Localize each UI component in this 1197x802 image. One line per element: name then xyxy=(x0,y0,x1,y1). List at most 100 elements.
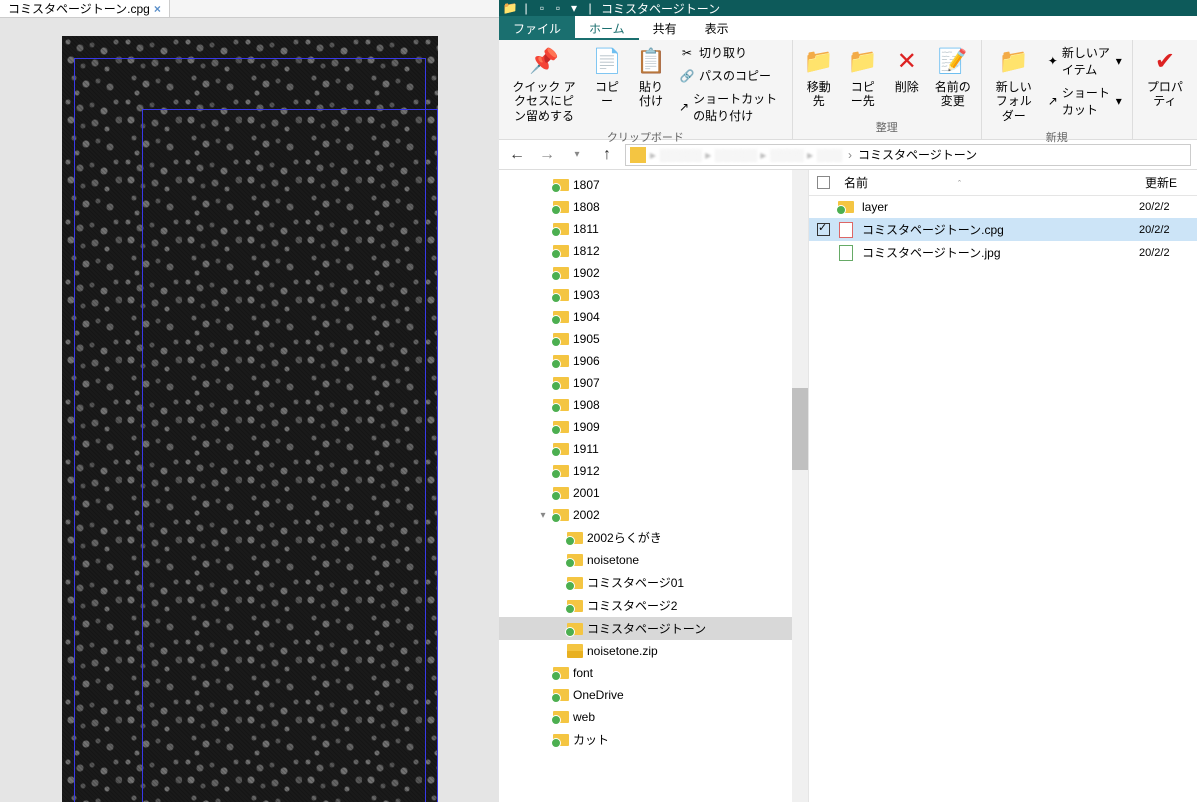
editor-pane: コミスタページトーン.cpg × xyxy=(0,0,499,802)
tree-item[interactable]: font xyxy=(499,662,808,684)
column-date-header[interactable]: 更新E xyxy=(1139,174,1189,191)
new-folder-icon: 📁 xyxy=(998,46,1030,78)
tree-item[interactable]: OneDrive xyxy=(499,684,808,706)
tree-item-label: 2001 xyxy=(573,486,600,500)
folder-icon xyxy=(553,331,569,347)
tree-item-label: 1912 xyxy=(573,464,600,478)
tree-item[interactable]: 1905 xyxy=(499,328,808,350)
tree-item[interactable]: 1908 xyxy=(499,394,808,416)
ribbon-group-new: 📁新しいフォルダー ✦新しいアイテム▾ ↗ショートカット▾ 新規 xyxy=(982,40,1133,139)
folder-icon: 📁 xyxy=(503,1,517,15)
file-row[interactable]: コミスタページトーン.jpg20/2/2 xyxy=(809,241,1197,264)
editor-tab[interactable]: コミスタページトーン.cpg × xyxy=(0,0,170,17)
folder-icon xyxy=(553,441,569,457)
tree-item-label: カット xyxy=(573,731,609,748)
tree-item-label: OneDrive xyxy=(573,688,624,702)
nav-recent-button[interactable]: ▾ xyxy=(565,143,589,167)
folder-tree[interactable]: 180718081811 1812 19021903 1904 190519061907… xyxy=(499,170,809,802)
tree-item[interactable]: 1912 xyxy=(499,460,808,482)
nav-back-button[interactable]: ← xyxy=(505,143,529,167)
tree-item[interactable]: noisetone xyxy=(499,549,808,571)
properties-button[interactable]: ✔プロパティ xyxy=(1139,42,1191,113)
quick-access-toolbar: 📁 | ▫ ▫ ▾ | xyxy=(503,1,597,15)
tree-item[interactable]: 1907 xyxy=(499,372,808,394)
tab-view[interactable]: 表示 xyxy=(691,16,743,40)
rename-icon: 📝 xyxy=(937,46,969,78)
nav-up-button[interactable]: ↑ xyxy=(595,143,619,167)
shortcut-button[interactable]: ↗ショートカット▾ xyxy=(1044,82,1126,120)
file-date: 20/2/2 xyxy=(1139,201,1189,213)
tree-item[interactable]: コミスタページトーン xyxy=(499,617,808,640)
breadcrumb[interactable]: ▸ ░░░░░ ▸ ░░░░░ ▸ ░░░░ ▸ ░░░ › コミスタページトー… xyxy=(625,144,1191,166)
tree-item[interactable]: コミスタページ2 xyxy=(499,594,808,617)
tree-scrollbar[interactable] xyxy=(792,170,808,802)
tree-item-label: 1911 xyxy=(573,442,599,456)
column-name-header[interactable]: 名前ˆ xyxy=(838,174,1131,191)
qat-icon[interactable]: ▫ xyxy=(535,1,549,15)
tree-item[interactable]: 1911 xyxy=(499,438,808,460)
tree-item-label: 1908 xyxy=(573,398,600,412)
paste-icon: 📋 xyxy=(635,46,667,78)
delete-button[interactable]: ✕削除 xyxy=(887,42,927,98)
tab-home[interactable]: ホーム xyxy=(575,16,639,40)
scrollbar-thumb[interactable] xyxy=(792,388,808,470)
tab-file[interactable]: ファイル xyxy=(499,16,575,40)
move-to-button[interactable]: 📁移動先 xyxy=(799,42,839,113)
paste-button[interactable]: 📋 貼り付け xyxy=(631,42,671,113)
tree-item[interactable]: 1808 xyxy=(499,196,808,218)
tree-item[interactable]: カット xyxy=(499,728,808,751)
cut-button[interactable]: ✂切り取り xyxy=(675,42,786,63)
ribbon: 📌 クイック アクセスにピン留めする 📄 コピー 📋 貼り付け ✂切り取り 🔗パ… xyxy=(499,40,1197,140)
tree-item[interactable]: 1906 xyxy=(499,350,808,372)
copy-path-button[interactable]: 🔗パスのコピー xyxy=(675,65,786,86)
new-item-button[interactable]: ✦新しいアイテム▾ xyxy=(1044,42,1126,80)
qat-dropdown-icon[interactable]: ▾ xyxy=(567,1,581,15)
tree-item[interactable]: 1903 xyxy=(499,284,808,306)
new-folder-button[interactable]: 📁新しいフォルダー xyxy=(988,42,1040,127)
tab-close-icon[interactable]: × xyxy=(154,2,161,16)
pin-quick-access-button[interactable]: 📌 クイック アクセスにピン留めする xyxy=(505,42,583,127)
tree-item[interactable]: 2002らくがき xyxy=(499,526,808,549)
tree-item-label: コミスタページトーン xyxy=(587,620,706,637)
qat-icon[interactable]: ▫ xyxy=(551,1,565,15)
row-checkbox[interactable] xyxy=(817,246,830,259)
breadcrumb-hidden-path: ▸ ░░░░░ ▸ ░░░░░ ▸ ░░░░ ▸ ░░░ xyxy=(650,148,842,162)
tree-item-label: コミスタページ2 xyxy=(587,597,677,614)
file-list-pane: 名前ˆ 更新E layer20/2/2コミスタページトーン.cpg20/2/2コ… xyxy=(809,170,1197,802)
canvas-area[interactable] xyxy=(0,18,499,802)
sort-indicator-icon: ˆ xyxy=(958,179,961,189)
tree-item-label: 1812 xyxy=(573,244,600,258)
tree-item[interactable]: 1812 xyxy=(499,240,808,262)
row-checkbox[interactable] xyxy=(817,223,830,236)
row-checkbox[interactable] xyxy=(817,201,830,214)
tree-item[interactable]: 2001 xyxy=(499,482,808,504)
nav-forward-button[interactable]: → xyxy=(535,143,559,167)
copy-button[interactable]: 📄 コピー xyxy=(587,42,627,113)
tree-item-label: 1904 xyxy=(573,310,600,324)
copy-to-button[interactable]: 📁コピー先 xyxy=(843,42,883,113)
tree-item[interactable]: 1811 xyxy=(499,218,808,240)
file-row[interactable]: layer20/2/2 xyxy=(809,196,1197,218)
select-all-checkbox[interactable] xyxy=(817,176,830,189)
path-icon: 🔗 xyxy=(679,68,695,84)
tree-item[interactable]: 1909 xyxy=(499,416,808,438)
file-list[interactable]: layer20/2/2コミスタページトーン.cpg20/2/2コミスタページトー… xyxy=(809,196,1197,802)
dropdown-icon: ▾ xyxy=(1116,94,1122,108)
tree-item[interactable]: 1902 xyxy=(499,262,808,284)
paste-shortcut-button[interactable]: ↗ショートカットの貼り付け xyxy=(675,88,786,126)
tree-item[interactable]: 1904 xyxy=(499,306,808,328)
tree-item[interactable]: web xyxy=(499,706,808,728)
tree-item[interactable]: noisetone.zip xyxy=(499,640,808,662)
folder-icon xyxy=(553,199,569,215)
rename-button[interactable]: 📝名前の変更 xyxy=(931,42,975,113)
chevron-icon[interactable]: ▾ xyxy=(537,510,549,521)
tree-item-label: 2002らくがき xyxy=(587,529,662,546)
file-date: 20/2/2 xyxy=(1139,247,1189,259)
file-row[interactable]: コミスタページトーン.cpg20/2/2 xyxy=(809,218,1197,241)
tree-item[interactable]: コミスタページ01 xyxy=(499,571,808,594)
tree-item[interactable]: ▾2002 xyxy=(499,504,808,526)
tree-item[interactable]: 1807 xyxy=(499,174,808,196)
qat-divider: | xyxy=(583,1,597,15)
tab-share[interactable]: 共有 xyxy=(639,16,691,40)
breadcrumb-current[interactable]: コミスタページトーン xyxy=(858,146,977,163)
